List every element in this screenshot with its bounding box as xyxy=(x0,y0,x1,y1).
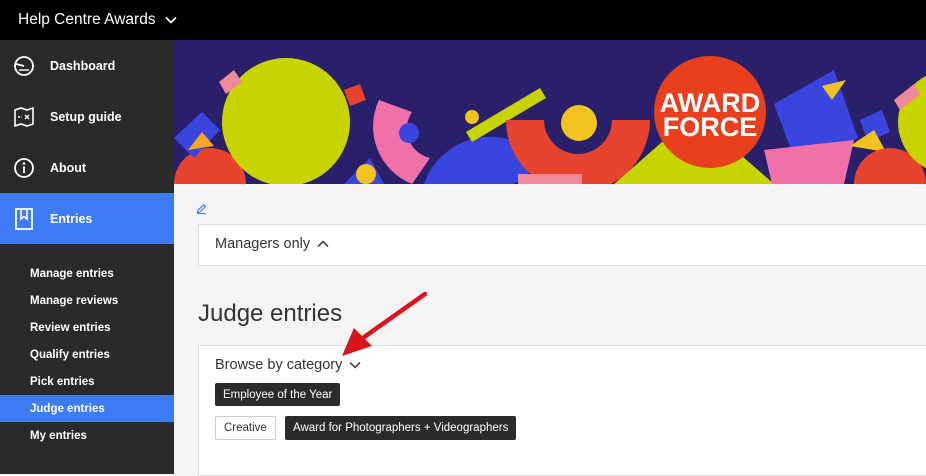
page-title: Judge entries xyxy=(198,300,343,327)
managers-only-label: Managers only xyxy=(215,236,311,252)
sidebar-item-dashboard[interactable]: Dashboard xyxy=(0,40,174,91)
award-force-logo-line2: FORCE xyxy=(663,112,758,142)
subnav-manage-reviews[interactable]: Manage reviews xyxy=(0,287,174,314)
browse-by-category-label: Browse by category xyxy=(215,357,343,373)
subnav-manage-entries[interactable]: Manage entries xyxy=(0,260,174,287)
subnav-my-entries[interactable]: My entries xyxy=(0,422,174,449)
sidebar-item-about[interactable]: About xyxy=(0,142,174,193)
sidebar-item-label: Dashboard xyxy=(50,58,116,73)
setup-guide-icon xyxy=(12,105,36,129)
award-banner: AWARD FORCE xyxy=(174,40,926,184)
sidebar-item-setup-guide[interactable]: Setup guide xyxy=(0,91,174,142)
banner-artwork: AWARD FORCE xyxy=(174,40,926,184)
sidebar-item-label: Setup guide xyxy=(50,109,122,124)
category-tag-photographers-videographers[interactable]: Award for Photographers + Videographers xyxy=(285,416,517,440)
managers-only-toggle[interactable]: Managers only xyxy=(215,236,329,252)
chevron-down-icon xyxy=(349,361,361,369)
sidebar-item-entries[interactable]: Entries xyxy=(0,193,174,244)
dashboard-icon xyxy=(12,54,36,78)
main-content: Managers only Judge entries Browse by ca… xyxy=(174,184,926,476)
chevron-down-icon xyxy=(164,16,177,24)
subnav-review-entries[interactable]: Review entries xyxy=(0,314,174,341)
info-icon xyxy=(12,156,36,180)
edit-pencil-icon[interactable] xyxy=(196,201,207,219)
season-selector[interactable]: Help Centre Awards xyxy=(18,11,177,29)
sidebar-item-label: About xyxy=(50,160,87,175)
managers-only-panel: Managers only xyxy=(198,224,926,266)
category-tag-creative[interactable]: Creative xyxy=(215,416,276,440)
sidebar: Dashboard Setup guide About Entries Mana… xyxy=(0,40,174,474)
bookmark-icon xyxy=(12,207,36,231)
annotation-arrow xyxy=(342,291,428,356)
category-tag-employee-of-the-year[interactable]: Employee of the Year xyxy=(215,383,341,406)
subnav-pick-entries[interactable]: Pick entries xyxy=(0,368,174,395)
app-title: Help Centre Awards xyxy=(18,11,156,28)
browse-by-category-panel: Browse by category Employee of the Year … xyxy=(198,345,926,476)
subnav-qualify-entries[interactable]: Qualify entries xyxy=(0,341,174,368)
entries-submenu: Manage entries Manage reviews Review ent… xyxy=(0,260,174,449)
top-bar: Help Centre Awards xyxy=(0,0,926,40)
chevron-up-icon xyxy=(317,240,329,248)
subnav-judge-entries[interactable]: Judge entries xyxy=(0,395,174,422)
sidebar-item-label: Entries xyxy=(50,211,93,226)
